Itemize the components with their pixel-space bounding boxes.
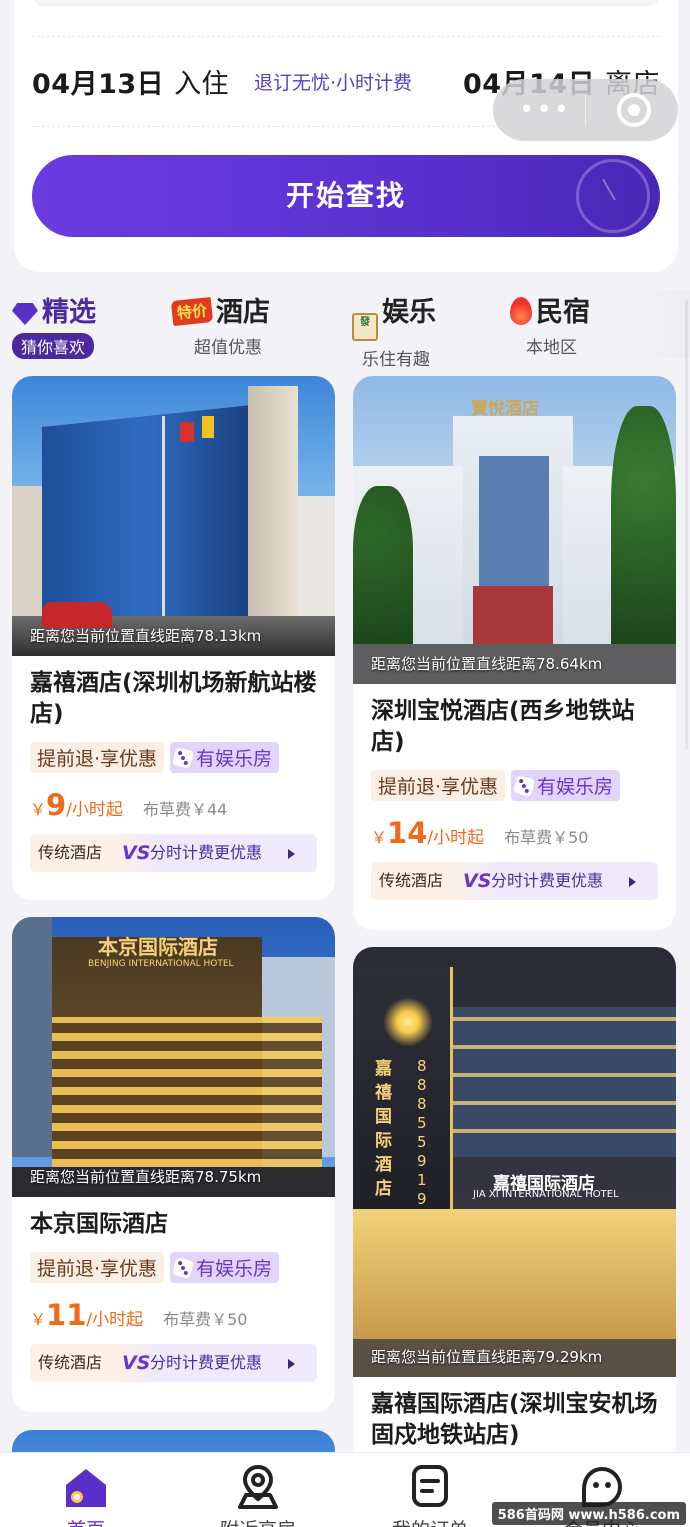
distance-text: 距离您当前位置直线距离79.29km <box>371 1348 603 1366</box>
hotel-sign: 寶悅酒店 <box>471 399 539 419</box>
hotel-name: 嘉禧国际酒店(深圳宝安机场固戍地铁站店) <box>371 1391 658 1448</box>
hotel-sign-en: BENJING INTERNATIONAL HOTEL <box>88 959 234 969</box>
distance-text: 距离您当前位置直线距离78.13km <box>30 627 262 645</box>
location-field-stub[interactable] <box>32 0 660 6</box>
refund-policy-text: 退订无忧·小时计费 <box>254 72 413 94</box>
tab-entertainment[interactable]: 發娱乐 乐住有趣 <box>352 290 436 370</box>
early-checkout-tag: 提前退·享优惠 <box>371 770 506 801</box>
entertainment-room-tag: 有娱乐房 <box>170 742 280 773</box>
mahjong-tile-icon: 發 <box>352 313 378 341</box>
price-row: ￥14/小时起 布草费￥50 <box>371 816 589 850</box>
nav-home-label: 首页 <box>0 1515 172 1527</box>
compare-banner[interactable]: 传统酒店 VS 分时计费更优惠 <box>30 834 317 872</box>
play-arrow-icon <box>288 1359 295 1369</box>
vs-icon: VS <box>122 842 151 864</box>
diamond-icon <box>12 303 38 325</box>
linen-fee: 布草费￥44 <box>142 800 228 819</box>
entertainment-room-tag: 有娱乐房 <box>511 770 621 801</box>
map-pin-icon <box>238 1464 278 1509</box>
nav-home[interactable]: 首页 <box>0 1453 172 1527</box>
more-dots-icon[interactable]: ••• <box>519 97 571 123</box>
hotel-phone-vertical: 88855919 <box>417 1057 427 1208</box>
hotel-card[interactable]: 距离您当前位置直线距离78.13km 嘉禧酒店(深圳机场新航站楼店) 提前退·享… <box>12 376 335 900</box>
miniprogram-capsule: ••• <box>493 79 678 141</box>
hotel-sign: 本京国际酒店 <box>98 935 218 959</box>
linen-fee: 布草费￥50 <box>163 1310 248 1329</box>
distance-text: 距离您当前位置直线距离78.75km <box>30 1168 262 1186</box>
hotel-name: 嘉禧酒店(深圳机场新航站楼店) <box>30 670 317 727</box>
target-close-icon[interactable] <box>617 93 651 127</box>
category-tabs: 精选 猜你喜欢 特价 酒店 超值优惠 發娱乐 乐住有趣 民宿 本地区 <box>0 290 690 370</box>
tab-homestay-sub: 本地区 <box>526 338 577 358</box>
hotel-card[interactable]: 嘉禧国际酒店 88855919 嘉禧国际酒店 JIA XI INTERNATIO… <box>353 947 676 1467</box>
hotel-photo: 寶悅酒店 距离您当前位置直线距离78.64km <box>353 376 676 684</box>
compare-banner[interactable]: 传统酒店 VS 分时计费更优惠 <box>371 862 658 900</box>
hotel-photo: 嘉禧国际酒店 88855919 嘉禧国际酒店 JIA XI INTERNATIO… <box>353 947 676 1377</box>
linen-fee: 布草费￥50 <box>504 828 589 847</box>
tab-hotel-sub: 超值优惠 <box>194 338 262 358</box>
start-search-button[interactable]: 开始查找 <box>32 155 660 237</box>
early-checkout-tag: 提前退·享优惠 <box>30 1252 165 1283</box>
hourly-price: 14 <box>387 816 428 850</box>
hourly-price: 9 <box>46 788 67 822</box>
tab-homestay[interactable]: 民宿 本地区 <box>510 290 590 360</box>
tabs-fade <box>630 290 690 358</box>
vs-icon: VS <box>122 1352 151 1374</box>
hourly-price: 11 <box>46 1298 87 1332</box>
nav-nearby-label: 附近高房 <box>172 1515 344 1527</box>
hotel-photo: 距离您当前位置直线距离78.13km <box>12 376 335 656</box>
nav-nearby[interactable]: 附近高房 <box>172 1453 344 1527</box>
entertainment-room-tag: 有娱乐房 <box>170 1252 280 1283</box>
special-price-badge-icon: 特价 <box>170 296 214 327</box>
tab-hotel[interactable]: 特价 酒店 超值优惠 <box>170 290 270 360</box>
flame-icon <box>510 297 532 325</box>
dice-icon <box>513 774 536 798</box>
scrollbar[interactable] <box>685 300 688 750</box>
play-arrow-icon <box>629 877 636 887</box>
watermark: 586首码网 www.h586.com <box>491 1502 686 1525</box>
hotel-photo: 本京国际酒店 BENJING INTERNATIONAL HOTEL 距离您当前… <box>12 917 335 1197</box>
checkin-date[interactable]: 04月13日 入住 <box>32 62 229 101</box>
divider <box>32 36 660 37</box>
tab-entertainment-sub: 乐住有趣 <box>362 350 430 370</box>
hotel-name: 本京国际酒店 <box>30 1211 168 1237</box>
dice-icon <box>172 1256 195 1280</box>
vs-icon: VS <box>463 870 492 892</box>
nav-orders-label: 我的订单 <box>344 1515 516 1527</box>
hotel-sign-en: JIA XI INTERNATIONAL HOTEL <box>473 1189 619 1200</box>
clock-icon <box>576 159 650 233</box>
hotel-card[interactable]: 本京国际酒店 BENJING INTERNATIONAL HOTEL 距离您当前… <box>12 917 335 1412</box>
tab-featured-sub: 猜你喜欢 <box>12 333 95 359</box>
compare-banner[interactable]: 传统酒店 VS 分时计费更优惠 <box>30 1344 317 1382</box>
hotel-card[interactable]: 寶悅酒店 距离您当前位置直线距离78.64km 深圳宝悦酒店(西乡地铁站店) 提… <box>353 376 676 930</box>
play-arrow-icon <box>288 849 295 859</box>
order-icon <box>412 1465 448 1507</box>
distance-text: 距离您当前位置直线距离78.64km <box>371 655 603 673</box>
tab-featured[interactable]: 精选 猜你喜欢 <box>12 290 96 360</box>
home-icon <box>66 1469 106 1507</box>
price-row: ￥11/小时起 布草费￥50 <box>30 1298 248 1332</box>
early-checkout-tag: 提前退·享优惠 <box>30 742 165 773</box>
capsule-divider <box>585 95 586 125</box>
dice-icon <box>172 746 195 770</box>
nav-orders[interactable]: 我的订单 <box>344 1453 516 1527</box>
price-row: ￥9/小时起 布草费￥44 <box>30 788 228 822</box>
hotel-name: 深圳宝悦酒店(西乡地铁站店) <box>371 698 635 755</box>
hotel-sign-vertical: 嘉禧国际酒店 <box>375 1059 392 1199</box>
